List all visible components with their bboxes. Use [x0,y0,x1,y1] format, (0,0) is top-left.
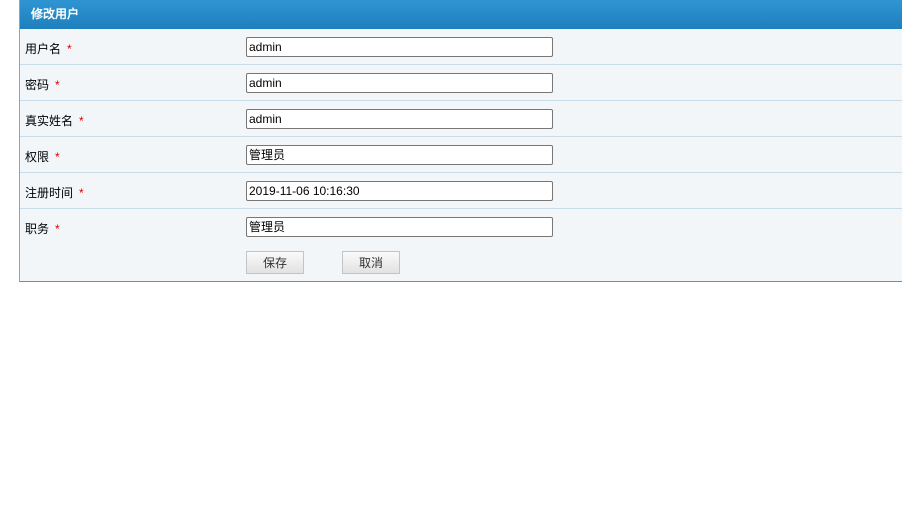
actions-row: 保存 取消 [20,245,902,281]
label-text: 职务 [25,222,50,236]
required-mark: * [67,42,72,56]
permission-input[interactable]: 管理员 [246,145,553,165]
required-mark: * [55,222,60,236]
form-row-username: 用户名 * admin [20,29,902,65]
required-mark: * [55,78,60,92]
real-name-input[interactable]: admin [246,109,553,129]
form-row-permission: 权限 * 管理员 [20,137,902,173]
position-label: 职务 * [25,220,60,237]
username-label: 用户名 * [25,40,72,57]
label-text: 用户名 [25,42,62,56]
cancel-button[interactable]: 取消 [342,251,400,274]
position-input[interactable]: 管理员 [246,217,553,237]
save-button[interactable]: 保存 [246,251,304,274]
register-time-input[interactable]: 2019-11-06 10:16:30 [246,181,553,201]
label-text: 权限 [25,150,50,164]
register-time-label: 注册时间 * [25,184,84,201]
form-row-register-time: 注册时间 * 2019-11-06 10:16:30 [20,173,902,209]
form-row-position: 职务 * 管理员 [20,209,902,245]
username-input[interactable]: admin [246,37,553,57]
password-label: 密码 * [25,76,60,93]
edit-user-panel: 修改用户 用户名 * admin 密码 * admin 真实姓名 * admin 权限 * 管… [19,0,902,282]
required-mark: * [55,150,60,164]
panel-title: 修改用户 [20,0,902,29]
real-name-label: 真实姓名 * [25,112,84,129]
label-text: 密码 [25,78,50,92]
form-row-real-name: 真实姓名 * admin [20,101,902,137]
required-mark: * [79,186,84,200]
password-input[interactable]: admin [246,73,553,93]
required-mark: * [79,114,84,128]
label-text: 真实姓名 [25,114,74,128]
form-row-password: 密码 * admin [20,65,902,101]
label-text: 注册时间 [25,186,74,200]
permission-label: 权限 * [25,148,60,165]
